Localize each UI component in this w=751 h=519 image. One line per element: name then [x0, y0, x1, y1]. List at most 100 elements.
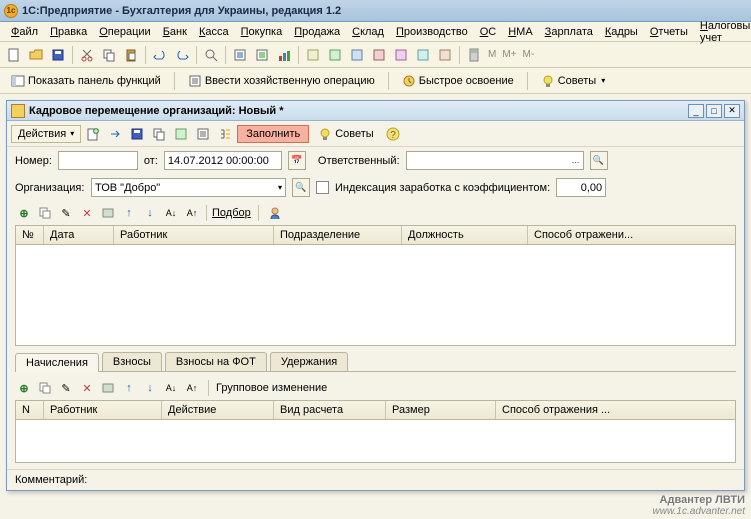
edit-row2-icon[interactable]: ✎	[57, 379, 75, 397]
col-date[interactable]: Дата	[44, 226, 114, 244]
delete-row-icon[interactable]: ✕	[78, 204, 96, 222]
menu-proizv[interactable]: Производство	[391, 24, 473, 40]
col2-size[interactable]: Размер	[386, 401, 496, 419]
calc-m[interactable]: M	[486, 49, 498, 60]
selection-link[interactable]: Подбор	[212, 207, 251, 219]
delete-row2-icon[interactable]: ✕	[78, 379, 96, 397]
doc-post-icon[interactable]	[171, 124, 191, 144]
new-doc-icon[interactable]	[4, 45, 24, 65]
responsible-search-button[interactable]: 🔍	[590, 151, 608, 170]
move-down-icon[interactable]: ↓	[141, 204, 159, 222]
help-icon[interactable]: ?	[383, 124, 403, 144]
chart-icon[interactable]	[274, 45, 294, 65]
enter-operation-button[interactable]: Ввести хозяйственную операцию	[181, 71, 382, 91]
col2-worker[interactable]: Работник	[44, 401, 162, 419]
coefficient-input[interactable]: 0,00	[556, 178, 606, 197]
menu-file[interactable]: Файл	[6, 24, 43, 40]
redo-icon[interactable]	[172, 45, 192, 65]
move-up2-icon[interactable]: ↑	[120, 379, 138, 397]
menu-os[interactable]: ОС	[475, 24, 502, 40]
fill-button[interactable]: Заполнить	[237, 125, 309, 143]
sort-asc-icon[interactable]: A↓	[162, 204, 180, 222]
col-position[interactable]: Должность	[402, 226, 528, 244]
number-input[interactable]	[58, 151, 138, 170]
copy-row2-icon[interactable]	[36, 379, 54, 397]
menu-kassa[interactable]: Касса	[194, 24, 234, 40]
menu-edit[interactable]: Правка	[45, 24, 92, 40]
menu-buy[interactable]: Покупка	[236, 24, 288, 40]
tab-contributions[interactable]: Взносы	[102, 352, 162, 371]
add-row-icon[interactable]: ⊕	[15, 204, 33, 222]
menu-tax[interactable]: Налоговый учет	[695, 18, 751, 46]
report3-icon[interactable]	[347, 45, 367, 65]
report7-icon[interactable]	[435, 45, 455, 65]
maximize-button[interactable]: □	[706, 104, 722, 118]
minimize-button[interactable]: _	[688, 104, 704, 118]
tab-fot-contributions[interactable]: Взносы на ФОТ	[165, 352, 267, 371]
copy-icon[interactable]	[99, 45, 119, 65]
list-icon[interactable]	[230, 45, 250, 65]
doc-copy-icon[interactable]	[149, 124, 169, 144]
menu-bank[interactable]: Банк	[158, 24, 192, 40]
report2-icon[interactable]	[325, 45, 345, 65]
doc-add-icon[interactable]	[83, 124, 103, 144]
actions-button[interactable]: Действия	[11, 125, 81, 143]
calendar-button[interactable]: 📅	[288, 151, 306, 170]
open-icon[interactable]	[26, 45, 46, 65]
paste-icon[interactable]	[121, 45, 141, 65]
menu-zp[interactable]: Зарплата	[540, 24, 598, 40]
grid1-body[interactable]	[16, 245, 735, 345]
org-input[interactable]: ТОВ "Добро"▾	[91, 178, 286, 197]
dropdown-icon[interactable]: ▾	[274, 183, 282, 192]
doc-advice-button[interactable]: Советы	[311, 124, 380, 144]
advice-button[interactable]: Советы ▾	[534, 71, 613, 91]
menu-nma[interactable]: НМА	[503, 24, 537, 40]
menu-ops[interactable]: Операции	[94, 24, 155, 40]
grid2-body[interactable]	[16, 420, 735, 462]
responsible-input[interactable]: …	[406, 151, 584, 170]
col-method[interactable]: Способ отражени...	[528, 226, 735, 244]
report6-icon[interactable]	[413, 45, 433, 65]
col2-calc-type[interactable]: Вид расчета	[274, 401, 386, 419]
doc-nav-icon[interactable]	[105, 124, 125, 144]
calc-mminus[interactable]: M-	[521, 49, 537, 60]
calc-mplus[interactable]: M+	[500, 49, 518, 60]
report5-icon[interactable]	[391, 45, 411, 65]
copy-row-icon[interactable]	[36, 204, 54, 222]
person-icon[interactable]	[266, 204, 284, 222]
col2-action[interactable]: Действие	[162, 401, 274, 419]
tab-deductions[interactable]: Удержания	[270, 352, 348, 371]
find-icon[interactable]	[201, 45, 221, 65]
cut-icon[interactable]	[77, 45, 97, 65]
doc-save-icon[interactable]	[127, 124, 147, 144]
menu-sklad[interactable]: Склад	[347, 24, 389, 40]
sort-desc-icon[interactable]: A↑	[183, 204, 201, 222]
move-first2-icon[interactable]	[99, 379, 117, 397]
date-input[interactable]: 14.07.2012 00:00:00	[164, 151, 282, 170]
col-n[interactable]: №	[16, 226, 44, 244]
doc-list-icon[interactable]	[193, 124, 213, 144]
col2-method[interactable]: Способ отражения ...	[496, 401, 735, 419]
col-worker[interactable]: Работник	[114, 226, 274, 244]
menu-reports[interactable]: Отчеты	[645, 24, 693, 40]
show-panel-button[interactable]: Показать панель функций	[4, 71, 168, 91]
col2-n[interactable]: N	[16, 401, 44, 419]
undo-icon[interactable]	[150, 45, 170, 65]
fast-learn-button[interactable]: Быстрое освоение	[395, 71, 521, 91]
dropdown-icon[interactable]: …	[568, 156, 580, 165]
move-up-icon[interactable]: ↑	[120, 204, 138, 222]
col-subdivision[interactable]: Подразделение	[274, 226, 402, 244]
menu-kadry[interactable]: Кадры	[600, 24, 643, 40]
menu-sell[interactable]: Продажа	[289, 24, 345, 40]
move-down2-icon[interactable]: ↓	[141, 379, 159, 397]
indexation-checkbox[interactable]	[316, 181, 329, 194]
move-first-icon[interactable]	[99, 204, 117, 222]
report1-icon[interactable]	[303, 45, 323, 65]
calc-icon[interactable]	[464, 45, 484, 65]
doc-tree-icon[interactable]	[215, 124, 235, 144]
sort-asc2-icon[interactable]: A↓	[162, 379, 180, 397]
add-row2-icon[interactable]: ⊕	[15, 379, 33, 397]
close-button[interactable]: ✕	[724, 104, 740, 118]
sort-desc2-icon[interactable]: A↑	[183, 379, 201, 397]
report4-icon[interactable]	[369, 45, 389, 65]
